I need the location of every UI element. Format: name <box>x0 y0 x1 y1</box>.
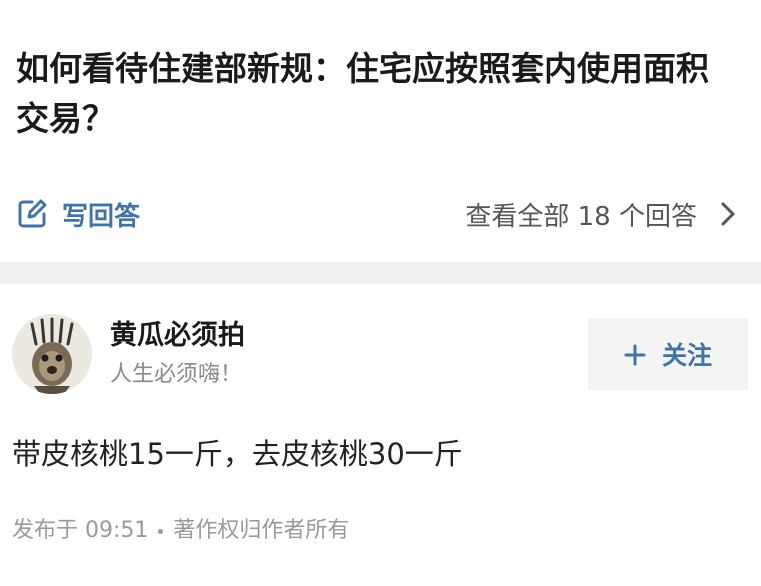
meta-separator-dot <box>158 528 164 534</box>
edit-icon <box>16 198 48 230</box>
write-answer-button[interactable]: 写回答 <box>16 194 140 234</box>
publish-time: 发布于 09:51 <box>12 518 149 543</box>
copyright-notice: 著作权归作者所有 <box>173 518 350 543</box>
follow-button[interactable]: 关注 <box>588 318 748 390</box>
section-divider <box>0 262 761 284</box>
avatar[interactable] <box>12 314 92 394</box>
view-all-answers-label: 查看全部 18 个回答 <box>465 201 697 232</box>
answer-card: 黄瓜必须拍 人生必须嗨！ 关注 带皮核桃15一斤，去皮核桃30一斤 发布于 09… <box>0 284 761 586</box>
write-answer-label: 写回答 <box>62 201 141 232</box>
author-bio: 人生必须嗨！ <box>110 362 243 387</box>
view-all-answers-link[interactable]: 查看全部 18 个回答 <box>465 194 737 234</box>
answer-meta: 发布于 09:51 著作权归作者所有 <box>12 516 349 546</box>
zhihu-question-page: 如何看待住建部新规：住宅应按照套内使用面积交易？ 写回答 查看全部 18 个回答 <box>0 0 761 586</box>
plus-icon <box>624 343 646 366</box>
follow-label: 关注 <box>661 341 712 370</box>
answer-content[interactable]: 带皮核桃15一斤，去皮核桃30一斤 <box>12 434 463 474</box>
chevron-right-icon <box>719 201 737 227</box>
author-name[interactable]: 黄瓜必须拍 <box>110 318 245 354</box>
question-title[interactable]: 如何看待住建部新规：住宅应按照套内使用面积交易？ <box>16 44 736 144</box>
question-actions: 写回答 查看全部 18 个回答 <box>0 190 761 238</box>
